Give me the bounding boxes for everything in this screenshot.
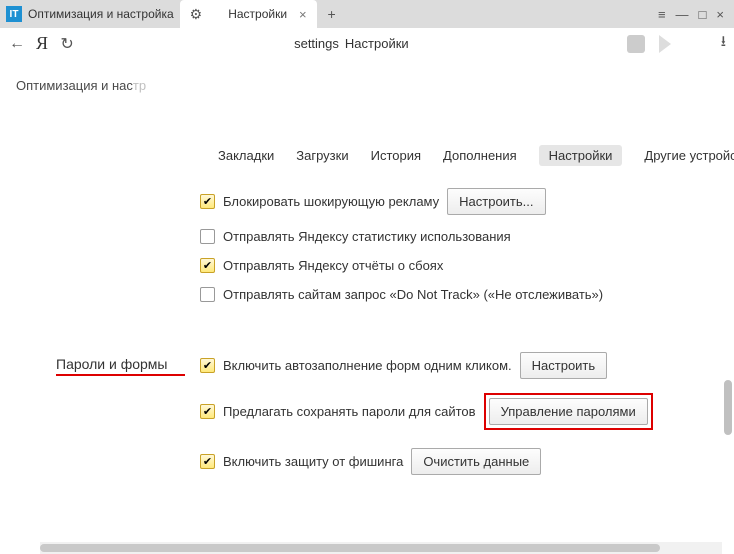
checkbox-save-passwords[interactable] bbox=[200, 404, 215, 419]
nav-devices[interactable]: Другие устройств bbox=[644, 148, 734, 163]
close-tab-icon[interactable]: × bbox=[299, 7, 307, 22]
checkbox-autofill[interactable] bbox=[200, 358, 215, 373]
manage-passwords-button[interactable]: Управление паролями bbox=[489, 398, 648, 425]
breadcrumb-faded: тр bbox=[133, 78, 146, 93]
url-path: settings bbox=[294, 36, 339, 51]
label-block-shock: Блокировать шокирующую рекламу bbox=[223, 194, 439, 209]
back-button[interactable]: ← bbox=[8, 35, 26, 53]
checkbox-phishing[interactable] bbox=[200, 454, 215, 469]
favicon-it: IT bbox=[6, 6, 22, 22]
label-dnt: Отправлять сайтам запрос «Do Not Track» … bbox=[223, 287, 603, 302]
configure-block-shock-button[interactable]: Настроить... bbox=[447, 188, 545, 215]
page: Оптимизация и настр Закладки Загрузки Ис… bbox=[0, 60, 734, 540]
close-window-icon[interactable]: × bbox=[716, 7, 724, 22]
highlight-manage-passwords: Управление паролями bbox=[484, 393, 653, 430]
nav-bookmarks[interactable]: Закладки bbox=[218, 148, 274, 163]
checkbox-send-stats[interactable] bbox=[200, 229, 215, 244]
window-controls: ≡ — □ × bbox=[658, 7, 734, 22]
maximize-icon[interactable]: □ bbox=[699, 7, 707, 22]
yandex-logo[interactable]: Я bbox=[36, 33, 48, 54]
nav-downloads[interactable]: Загрузки bbox=[296, 148, 348, 163]
tab-title: Настройки bbox=[228, 7, 287, 21]
reload-button[interactable]: ↻ bbox=[58, 34, 76, 54]
nav-settings[interactable]: Настройки bbox=[539, 145, 623, 166]
titlebar: IT Оптимизация и настройка ⚙ Настройки ×… bbox=[0, 0, 734, 28]
minimize-icon[interactable]: — bbox=[676, 7, 689, 22]
content: Блокировать шокирующую рекламу Настроить… bbox=[0, 188, 734, 475]
label-save-passwords: Предлагать сохранять пароли для сайтов bbox=[223, 404, 476, 419]
download-icon[interactable]: ⭳ bbox=[721, 31, 726, 56]
checkbox-crash-reports[interactable] bbox=[200, 258, 215, 273]
tab-optimization[interactable]: IT Оптимизация и настройка bbox=[0, 0, 180, 28]
label-send-stats: Отправлять Яндексу статистику использова… bbox=[223, 229, 511, 244]
label-phishing: Включить защиту от фишинга bbox=[223, 454, 403, 469]
opt-autofill: Включить автозаполнение форм одним клико… bbox=[200, 352, 734, 379]
opt-dnt: Отправлять сайтам запрос «Do Not Track» … bbox=[200, 287, 734, 302]
url-title: Настройки bbox=[345, 36, 409, 51]
nav-addons[interactable]: Дополнения bbox=[443, 148, 517, 163]
new-tab-button[interactable]: + bbox=[325, 7, 339, 21]
opt-save-passwords: Предлагать сохранять пароли для сайтов У… bbox=[200, 393, 734, 430]
tab-title: Оптимизация и настройка bbox=[28, 7, 174, 21]
checkbox-block-shock[interactable] bbox=[200, 194, 215, 209]
address-bar: ← Я ↻ settings Настройки ⭳ bbox=[0, 28, 734, 60]
configure-autofill-button[interactable]: Настроить bbox=[520, 352, 608, 379]
breadcrumb-text: Оптимизация и нас bbox=[16, 78, 133, 93]
horizontal-scrollbar[interactable] bbox=[40, 542, 722, 554]
forms-section: Пароли и формы Включить автозаполнение ф… bbox=[28, 352, 734, 475]
clear-data-button[interactable]: Очистить данные bbox=[411, 448, 541, 475]
label-crash-reports: Отправлять Яндексу отчёты о сбоях bbox=[223, 258, 443, 273]
tab-settings[interactable]: ⚙ Настройки × bbox=[180, 0, 317, 28]
settings-nav: Закладки Загрузки История Дополнения Нас… bbox=[0, 93, 734, 188]
opt-block-shock: Блокировать шокирующую рекламу Настроить… bbox=[200, 188, 734, 215]
privacy-options: Блокировать шокирующую рекламу Настроить… bbox=[28, 188, 734, 302]
opt-crash-reports: Отправлять Яндексу отчёты о сбоях bbox=[200, 258, 734, 273]
url-box[interactable]: settings Настройки bbox=[86, 36, 617, 51]
bookmark-star-icon[interactable] bbox=[659, 35, 671, 53]
section-passwords-forms: Пароли и формы bbox=[56, 356, 185, 376]
shield-icon[interactable] bbox=[627, 35, 645, 53]
nav-history[interactable]: История bbox=[371, 148, 421, 163]
label-autofill: Включить автозаполнение форм одним клико… bbox=[223, 358, 512, 373]
menu-icon[interactable]: ≡ bbox=[658, 7, 666, 22]
gear-icon: ⚙ bbox=[190, 6, 203, 23]
vertical-scrollbar[interactable] bbox=[724, 380, 732, 435]
opt-phishing: Включить защиту от фишинга Очистить данн… bbox=[200, 448, 734, 475]
breadcrumb: Оптимизация и настр bbox=[0, 60, 734, 93]
horizontal-scrollbar-thumb[interactable] bbox=[40, 544, 660, 552]
opt-send-stats: Отправлять Яндексу статистику использова… bbox=[200, 229, 734, 244]
checkbox-dnt[interactable] bbox=[200, 287, 215, 302]
